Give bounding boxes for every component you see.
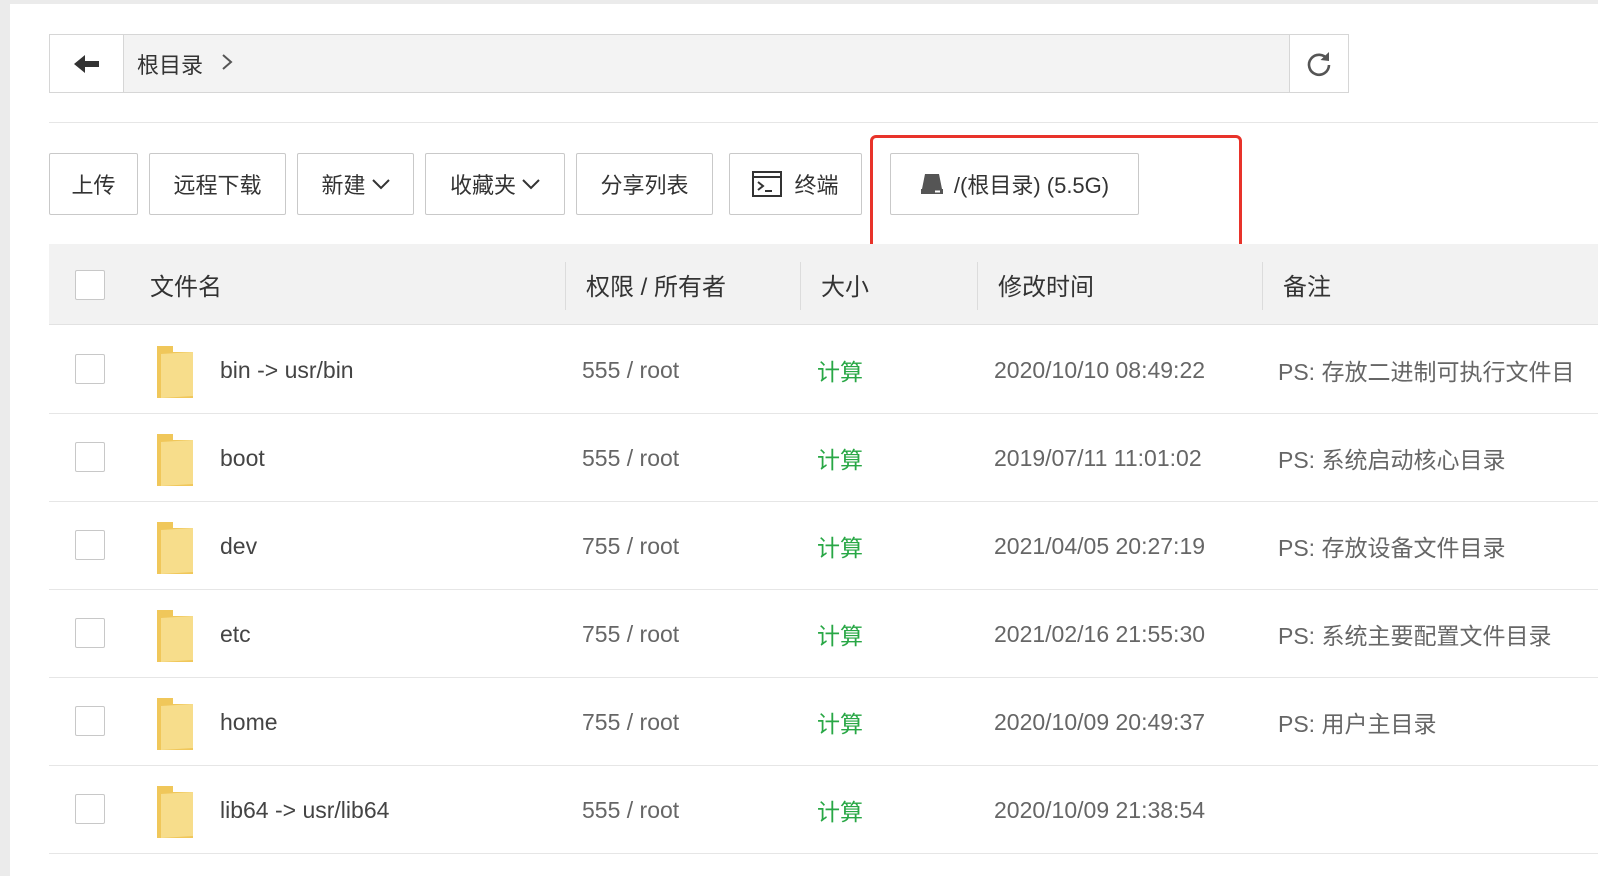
path-bar: 根目录 — [49, 34, 1349, 93]
column-separator — [1262, 262, 1263, 310]
folder-icon — [157, 434, 193, 486]
table-row[interactable]: boot 555 / root 计算 2019/07/11 11:01:02 P… — [49, 414, 1598, 502]
file-mtime: 2021/02/16 21:55:30 — [994, 620, 1206, 647]
refresh-button[interactable] — [1289, 35, 1348, 92]
select-all-checkbox[interactable] — [75, 270, 105, 300]
folder-icon — [157, 786, 193, 838]
remote-download-label: 远程下载 — [173, 173, 262, 198]
file-mtime: 2020/10/09 21:38:54 — [994, 796, 1206, 823]
file-name[interactable]: home — [220, 678, 278, 766]
file-permission[interactable]: 555 / root — [582, 326, 679, 414]
table-row[interactable]: lib64 -> usr/lib64 555 / root 计算 2020/10… — [49, 766, 1598, 854]
new-label: 新建 — [321, 173, 366, 198]
new-dropdown-button[interactable]: 新建 — [297, 153, 414, 215]
row-checkbox[interactable] — [75, 442, 105, 472]
file-mtime: 2020/10/10 08:49:22 — [994, 356, 1206, 383]
file-note[interactable]: PS: 存放二进制可执行文件目 — [1278, 326, 1574, 414]
row-checkbox[interactable] — [75, 706, 105, 736]
size-calculate-link[interactable]: 计算 — [817, 326, 863, 414]
file-note[interactable]: PS: 系统主要配置文件目录 — [1278, 590, 1551, 678]
file-permission[interactable]: 755 / root — [582, 590, 679, 678]
header-size[interactable]: 大小 — [821, 244, 869, 325]
remote-download-button[interactable]: 远程下载 — [149, 153, 286, 215]
folder-icon — [157, 346, 193, 398]
file-name[interactable]: bin -> usr/bin — [220, 326, 354, 414]
file-note[interactable]: PS: 存放设备文件目录 — [1278, 502, 1505, 590]
terminal-icon — [752, 171, 783, 197]
file-permission[interactable]: 755 / root — [582, 502, 679, 590]
refresh-icon — [1307, 51, 1331, 76]
size-calculate-link[interactable]: 计算 — [817, 678, 863, 766]
table-row[interactable]: etc 755 / root 计算 2021/02/16 21:55:30 PS… — [49, 590, 1598, 678]
header-permission[interactable]: 权限 / 所有者 — [586, 244, 726, 325]
file-manager-page: 根目录 上传 远程下载 新建 收藏夹 分享列表 终端 /(根目录) (5.5G)… — [10, 4, 1598, 876]
row-checkbox[interactable] — [75, 794, 105, 824]
table-row[interactable]: bin -> usr/bin 555 / root 计算 2020/10/10 … — [49, 326, 1598, 414]
terminal-label: 终端 — [794, 173, 839, 198]
file-mtime: 2019/07/11 11:01:02 — [994, 444, 1202, 471]
file-note[interactable]: PS: 系统启动核心目录 — [1278, 414, 1505, 502]
header-filename[interactable]: 文件名 — [150, 244, 222, 325]
file-mtime: 2021/04/05 20:27:19 — [994, 532, 1206, 559]
size-calculate-link[interactable]: 计算 — [817, 502, 863, 590]
share-list-button[interactable]: 分享列表 — [576, 153, 713, 215]
upload-button[interactable]: 上传 — [49, 153, 138, 215]
share-list-label: 分享列表 — [600, 173, 689, 198]
upload-label: 上传 — [71, 173, 116, 198]
terminal-button[interactable]: 终端 — [729, 153, 862, 215]
folder-icon — [157, 698, 193, 750]
size-calculate-link[interactable]: 计算 — [817, 414, 863, 502]
file-mtime: 2020/10/09 20:49:37 — [994, 708, 1206, 735]
file-note[interactable]: PS: 用户主目录 — [1278, 678, 1436, 766]
column-separator — [977, 262, 978, 310]
header-mtime[interactable]: 修改时间 — [998, 244, 1094, 325]
folder-icon — [157, 522, 193, 574]
file-permission[interactable]: 555 / root — [582, 766, 679, 854]
file-name[interactable]: etc — [220, 590, 251, 678]
chevron-down-icon — [522, 179, 540, 190]
table-row[interactable]: home 755 / root 计算 2020/10/09 20:49:37 P… — [49, 678, 1598, 766]
breadcrumb-item-root[interactable]: 根目录 — [137, 48, 203, 80]
chevron-right-icon — [221, 51, 233, 77]
favorites-dropdown-button[interactable]: 收藏夹 — [425, 153, 565, 215]
back-button[interactable] — [50, 35, 124, 92]
arrow-left-icon — [73, 54, 99, 73]
size-calculate-link[interactable]: 计算 — [817, 766, 863, 854]
folder-icon — [157, 610, 193, 662]
file-name[interactable]: boot — [220, 414, 265, 502]
chevron-down-icon — [371, 179, 390, 190]
file-permission[interactable]: 555 / root — [582, 414, 679, 502]
favorites-label: 收藏夹 — [449, 173, 516, 198]
header-note[interactable]: 备注 — [1283, 244, 1331, 325]
row-checkbox[interactable] — [75, 618, 105, 648]
highlight-annotation-box — [870, 135, 1242, 250]
file-name[interactable]: lib64 -> usr/lib64 — [220, 766, 389, 854]
column-separator — [565, 262, 566, 310]
divider — [49, 122, 1598, 123]
row-checkbox[interactable] — [75, 530, 105, 560]
table-header: 文件名 权限 / 所有者 大小 修改时间 备注 — [49, 244, 1598, 325]
size-calculate-link[interactable]: 计算 — [817, 590, 863, 678]
file-name[interactable]: dev — [220, 502, 257, 590]
column-separator — [800, 262, 801, 310]
row-checkbox[interactable] — [75, 354, 105, 384]
table-row[interactable]: dev 755 / root 计算 2021/04/05 20:27:19 PS… — [49, 502, 1598, 590]
file-permission[interactable]: 755 / root — [582, 678, 679, 766]
breadcrumb: 根目录 — [124, 35, 1289, 92]
